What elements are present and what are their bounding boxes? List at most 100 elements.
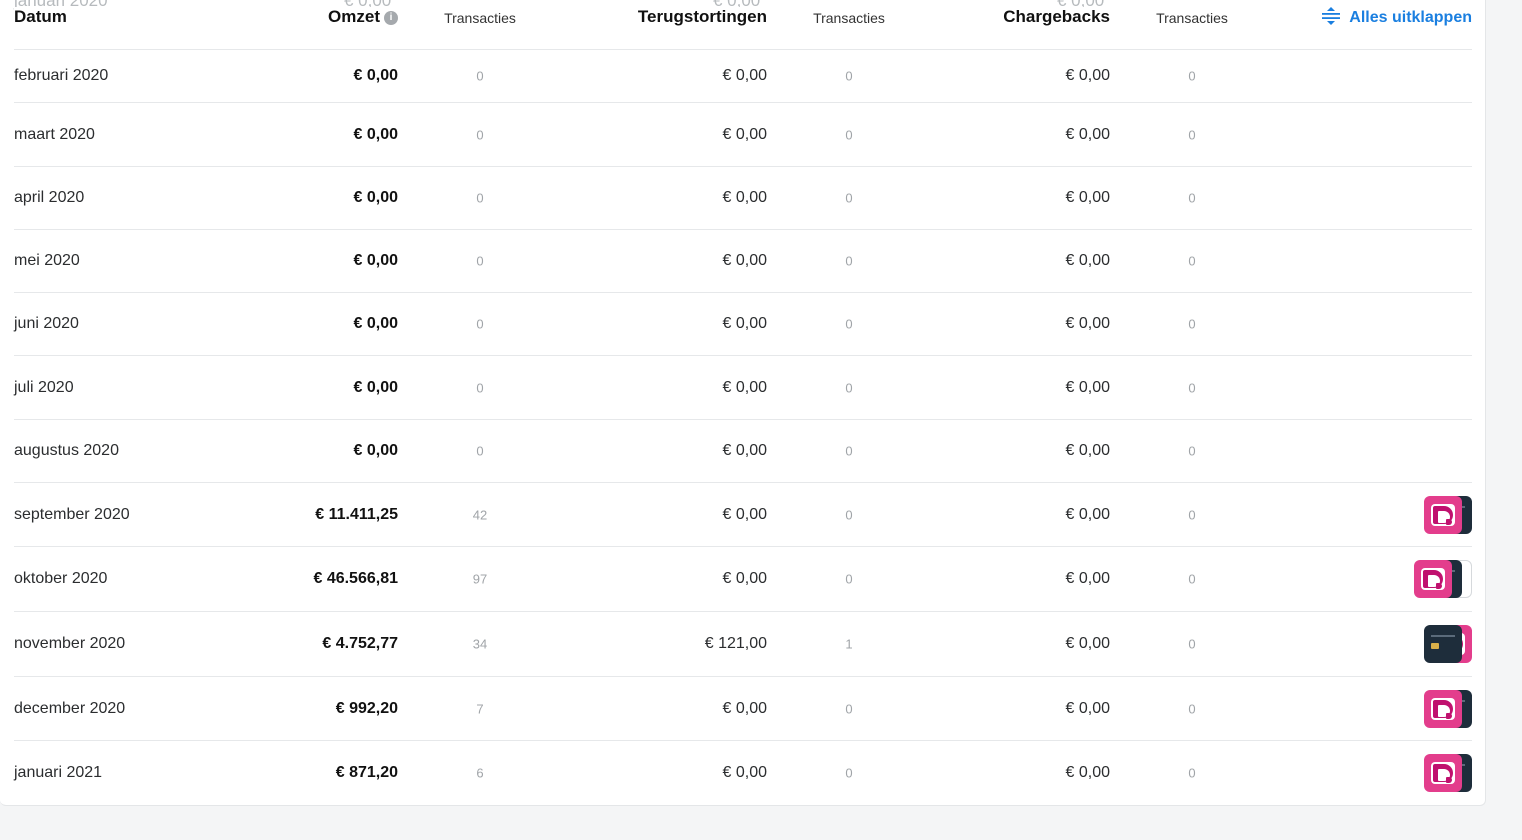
table-row[interactable]: maart 2020 € 0,00 0 € 0,00 0 € 0,00 0 [14, 103, 1472, 167]
row-transactions-value: 0 [476, 253, 484, 269]
column-header-transactions-2: Transacties [813, 10, 921, 26]
credit-card-icon [1424, 625, 1462, 663]
row-omzet: € 992,20 [335, 699, 398, 717]
table-row[interactable]: februari 2020 € 0,00 0 € 0,00 0 € 0,00 0 [14, 50, 1472, 103]
row-refunds: € 0,00 [722, 315, 767, 332]
table-row[interactable]: april 2020 € 0,00 0 € 0,00 0 € 0,00 0 [14, 167, 1472, 230]
row-refunds: € 0,00 [722, 570, 767, 587]
row-refunds: € 0,00 [722, 699, 767, 717]
column-header-date[interactable]: Datum [14, 7, 67, 27]
row-date: maart 2020 [14, 125, 95, 143]
expand-all-button[interactable]: Alles uitklappen [1321, 6, 1472, 27]
row-transactions-value: 0 [476, 68, 484, 84]
row-date: september 2020 [14, 505, 130, 523]
row-chargeback-transactions-value: 0 [1188, 380, 1196, 395]
row-transactions-value: 0 [476, 443, 484, 459]
row-chargeback-transactions-value: 0 [1188, 765, 1196, 781]
table-row[interactable]: juli 2020 € 0,00 0 € 0,00 0 € 0,00 0 [14, 356, 1472, 420]
row-date: juni 2020 [14, 315, 79, 332]
row-refund-transactions-value: 0 [845, 68, 853, 84]
row-chargeback-transactions-value: 0 [1188, 253, 1196, 269]
row-chargebacks: € 0,00 [1065, 505, 1110, 523]
payment-methods[interactable] [1424, 625, 1472, 663]
payment-methods[interactable] [1424, 495, 1472, 534]
row-chargebacks: € 0,00 [1065, 189, 1110, 206]
row-date: mei 2020 [14, 252, 80, 269]
row-refunds: € 0,00 [722, 252, 767, 269]
table-row[interactable]: augustus 2020 € 0,00 0 € 0,00 0 € 0,00 0 [14, 420, 1472, 483]
table-row[interactable]: juni 2020 € 0,00 0 € 0,00 0 € 0,00 0 [14, 293, 1472, 356]
table-row[interactable]: januari 2021 € 871,20 6 € 0,00 0 € 0,00 0 [14, 741, 1472, 805]
row-chargebacks: € 0,00 [1065, 67, 1110, 84]
row-refund-transactions-value: 0 [845, 127, 853, 142]
column-header-refunds[interactable]: Terugstortingen [637, 7, 767, 27]
row-omzet: € 0,00 [353, 67, 398, 84]
row-omzet: € 0,00 [353, 442, 398, 459]
row-chargeback-transactions-value: 0 [1188, 190, 1196, 206]
column-header-omzet-label: Omzet [328, 7, 380, 26]
row-refund-transactions-value: 0 [845, 190, 853, 206]
row-refunds: € 0,00 [722, 125, 767, 143]
row-transactions-value: 0 [476, 380, 484, 395]
row-date: februari 2020 [14, 67, 109, 84]
row-chargeback-transactions-value: 0 [1188, 68, 1196, 84]
row-transactions-value: 6 [476, 765, 484, 781]
ideal-icon [1424, 495, 1462, 534]
table-body: februari 2020 € 0,00 0 € 0,00 0 € 0,00 0 maart … [14, 50, 1472, 805]
row-chargeback-transactions-value: 0 [1188, 636, 1196, 652]
ideal-icon [1424, 754, 1462, 792]
row-transactions-value: 0 [476, 316, 484, 332]
row-date: augustus 2020 [14, 442, 119, 459]
ideal-icon [1414, 560, 1452, 598]
row-date: januari 2021 [14, 764, 103, 781]
row-refunds: € 0,00 [722, 378, 767, 396]
row-omzet: € 0,00 [353, 252, 398, 269]
row-refunds: € 0,00 [722, 505, 767, 523]
row-chargebacks: € 0,00 [1065, 570, 1110, 587]
row-omzet: € 0,00 [353, 378, 398, 396]
row-chargeback-transactions-value: 0 [1188, 701, 1196, 716]
table-row[interactable]: november 2020 € 4.752,77 34 € 121,00 1 € 0,00… [14, 612, 1472, 677]
report-card: januari 2020 € 0,00 € 0,00 € 0,00 Datum … [0, 0, 1486, 806]
row-chargeback-transactions-value: 0 [1188, 571, 1196, 587]
table-row[interactable]: september 2020 € 11.411,25 42 € 0,00 0 € 0,00… [14, 483, 1472, 547]
column-header-omzet[interactable]: Omzet i [328, 7, 398, 27]
row-omzet: € 0,00 [353, 189, 398, 206]
payment-methods[interactable] [1424, 689, 1472, 728]
row-omzet: € 871,20 [335, 764, 398, 781]
expand-all-label: Alles uitklappen [1349, 9, 1472, 26]
table-row[interactable]: oktober 2020 € 46.566,81 97 € 0,00 0 € 0,00 0 [14, 547, 1472, 612]
table-row[interactable]: december 2020 € 992,20 7 € 0,00 0 € 0,00 0 [14, 677, 1472, 741]
row-refunds: € 0,00 [722, 67, 767, 84]
row-chargeback-transactions-value: 0 [1188, 443, 1196, 459]
table-row[interactable]: mei 2020 € 0,00 0 € 0,00 0 € 0,00 0 [14, 230, 1472, 293]
row-refund-transactions-value: 0 [845, 443, 853, 459]
info-icon[interactable]: i [384, 11, 398, 25]
row-chargeback-transactions-value: 0 [1188, 507, 1196, 522]
row-chargeback-transactions-value: 0 [1188, 127, 1196, 142]
row-transactions-value: 34 [472, 636, 488, 652]
row-refund-transactions-value: 0 [845, 380, 853, 395]
row-refund-transactions-value: 1 [845, 636, 853, 652]
row-chargebacks: € 0,00 [1065, 378, 1110, 396]
payment-methods[interactable] [1424, 754, 1472, 792]
row-date: december 2020 [14, 699, 126, 717]
row-omzet: € 0,00 [353, 315, 398, 332]
row-omzet: € 11.411,25 [315, 505, 398, 523]
column-header-chargebacks[interactable]: Chargebacks [1003, 7, 1110, 27]
row-chargebacks: € 0,00 [1065, 252, 1110, 269]
row-chargebacks: € 0,00 [1065, 699, 1110, 717]
row-chargebacks: € 0,00 [1065, 125, 1110, 143]
row-omzet: € 4.752,77 [322, 635, 398, 652]
row-transactions-value: 42 [472, 507, 488, 522]
row-date: november 2020 [14, 635, 126, 652]
payment-methods[interactable] [1414, 560, 1472, 598]
row-date: oktober 2020 [14, 570, 108, 587]
row-refund-transactions-value: 0 [845, 316, 853, 332]
row-transactions-value: 0 [476, 190, 484, 206]
table-header: januari 2020 € 0,00 € 0,00 € 0,00 Datum … [14, 0, 1472, 50]
row-refund-transactions-value: 0 [845, 571, 853, 587]
row-transactions-value: 7 [476, 701, 484, 716]
row-chargebacks: € 0,00 [1065, 764, 1110, 781]
column-header-transactions-3: Transacties [1156, 10, 1264, 26]
